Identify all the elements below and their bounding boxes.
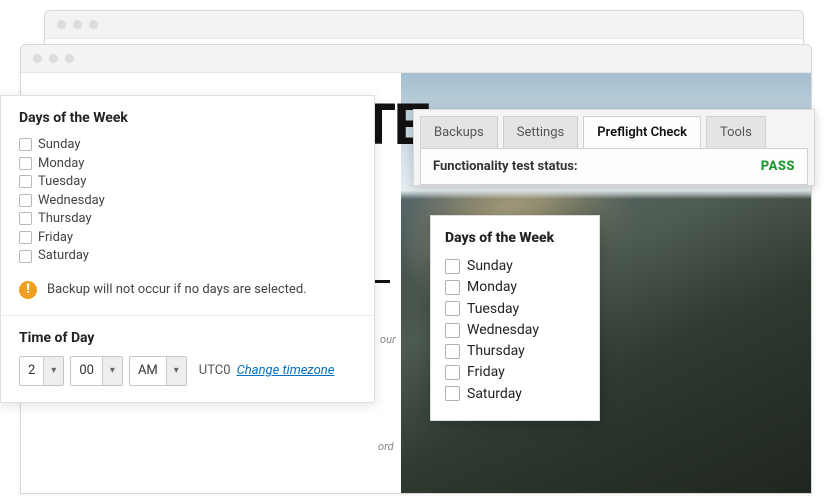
status-row: Functionality test status: PASS bbox=[420, 148, 808, 185]
minute-value: 00 bbox=[71, 363, 102, 378]
warning-icon: ! bbox=[19, 281, 37, 299]
day-checkbox[interactable] bbox=[19, 231, 32, 244]
tab-preflight-check[interactable]: Preflight Check bbox=[583, 116, 701, 148]
window-dot bbox=[49, 54, 58, 63]
day-item[interactable]: Thursday bbox=[445, 341, 585, 361]
day-item[interactable]: Sunday bbox=[19, 136, 356, 154]
day-checkbox[interactable] bbox=[19, 212, 32, 225]
day-label: Wednesday bbox=[38, 192, 105, 210]
tab-settings[interactable]: Settings bbox=[503, 116, 578, 148]
day-checkbox[interactable] bbox=[19, 250, 32, 263]
chevron-down-icon[interactable]: ▾ bbox=[102, 357, 122, 385]
day-label: Thursday bbox=[38, 210, 92, 228]
text-fragment: ord bbox=[378, 440, 394, 453]
text-fragment: our bbox=[380, 333, 396, 346]
day-checkbox[interactable] bbox=[445, 344, 460, 359]
warning-text: Backup will not occur if no days are sel… bbox=[47, 282, 307, 297]
day-checkbox[interactable] bbox=[19, 175, 32, 188]
day-item[interactable]: Tuesday bbox=[445, 299, 585, 319]
tab-tools[interactable]: Tools bbox=[706, 116, 766, 148]
minute-select[interactable]: 00 ▾ bbox=[70, 356, 123, 386]
window-dot bbox=[65, 54, 74, 63]
day-label: Saturday bbox=[467, 384, 522, 404]
day-label: Friday bbox=[38, 229, 73, 247]
time-row: 2 ▾ 00 ▾ AM ▾ UTC0 Change timezone bbox=[19, 356, 356, 386]
day-item[interactable]: Wednesday bbox=[19, 192, 356, 210]
day-item[interactable]: Friday bbox=[445, 362, 585, 382]
section-title: Days of the Week bbox=[19, 110, 356, 126]
day-checkbox[interactable] bbox=[445, 280, 460, 295]
day-label: Monday bbox=[38, 155, 84, 173]
day-checkbox[interactable] bbox=[445, 259, 460, 274]
day-label: Wednesday bbox=[467, 320, 539, 340]
chevron-down-icon[interactable]: ▾ bbox=[43, 357, 63, 385]
warning-row: ! Backup will not occur if no days are s… bbox=[19, 281, 356, 299]
section-title: Time of Day bbox=[19, 330, 356, 346]
day-checkbox[interactable] bbox=[445, 365, 460, 380]
day-checkbox[interactable] bbox=[445, 386, 460, 401]
day-item[interactable]: Monday bbox=[19, 155, 356, 173]
chevron-down-icon[interactable]: ▾ bbox=[166, 357, 186, 385]
day-checkbox[interactable] bbox=[445, 323, 460, 338]
window-dot bbox=[57, 20, 66, 29]
day-item[interactable]: Wednesday bbox=[445, 320, 585, 340]
tabs-row: Backups Settings Preflight Check Tools bbox=[420, 116, 808, 148]
tab-backups[interactable]: Backups bbox=[420, 116, 498, 148]
settings-panel: Days of the Week SundayMondayTuesdayWedn… bbox=[0, 95, 375, 403]
hour-value: 2 bbox=[20, 363, 43, 378]
day-item[interactable]: Saturday bbox=[445, 384, 585, 404]
day-label: Tuesday bbox=[38, 173, 86, 191]
day-item[interactable]: Sunday bbox=[445, 256, 585, 276]
day-item[interactable]: Friday bbox=[19, 229, 356, 247]
hour-select[interactable]: 2 ▾ bbox=[19, 356, 64, 386]
day-list: SundayMondayTuesdayWednesdayThursdayFrid… bbox=[445, 256, 585, 404]
window-dot bbox=[33, 54, 42, 63]
days-of-week-card: Days of the Week SundayMondayTuesdayWedn… bbox=[430, 215, 600, 421]
change-timezone-link[interactable]: Change timezone bbox=[237, 363, 335, 378]
day-label: Saturday bbox=[38, 247, 89, 265]
chrome-bar bbox=[21, 45, 811, 73]
day-label: Tuesday bbox=[467, 299, 519, 319]
days-section: Days of the Week SundayMondayTuesdayWedn… bbox=[1, 96, 374, 316]
timezone-label: UTC0 bbox=[199, 363, 231, 378]
day-checkbox[interactable] bbox=[19, 157, 32, 170]
day-label: Monday bbox=[467, 277, 517, 297]
day-checkbox[interactable] bbox=[19, 194, 32, 207]
window-dot bbox=[73, 20, 82, 29]
day-item[interactable]: Saturday bbox=[19, 247, 356, 265]
day-checkbox[interactable] bbox=[445, 301, 460, 316]
day-label: Sunday bbox=[467, 256, 513, 276]
day-checkbox[interactable] bbox=[19, 138, 32, 151]
time-section: Time of Day 2 ▾ 00 ▾ AM ▾ UTC0 Change ti… bbox=[1, 316, 374, 402]
day-label: Sunday bbox=[38, 136, 81, 154]
chrome-bar bbox=[45, 11, 803, 39]
status-value: PASS bbox=[761, 159, 795, 174]
ampm-value: AM bbox=[130, 363, 166, 378]
day-label: Friday bbox=[467, 362, 505, 382]
day-label: Thursday bbox=[467, 341, 525, 361]
ampm-select[interactable]: AM ▾ bbox=[129, 356, 187, 386]
day-list: SundayMondayTuesdayWednesdayThursdayFrid… bbox=[19, 136, 356, 265]
section-title: Days of the Week bbox=[445, 230, 585, 246]
day-item[interactable]: Thursday bbox=[19, 210, 356, 228]
day-item[interactable]: Monday bbox=[445, 277, 585, 297]
status-label: Functionality test status: bbox=[433, 159, 578, 174]
day-item[interactable]: Tuesday bbox=[19, 173, 356, 191]
window-dot bbox=[89, 20, 98, 29]
tabs-panel: Backups Settings Preflight Check Tools F… bbox=[413, 109, 815, 186]
